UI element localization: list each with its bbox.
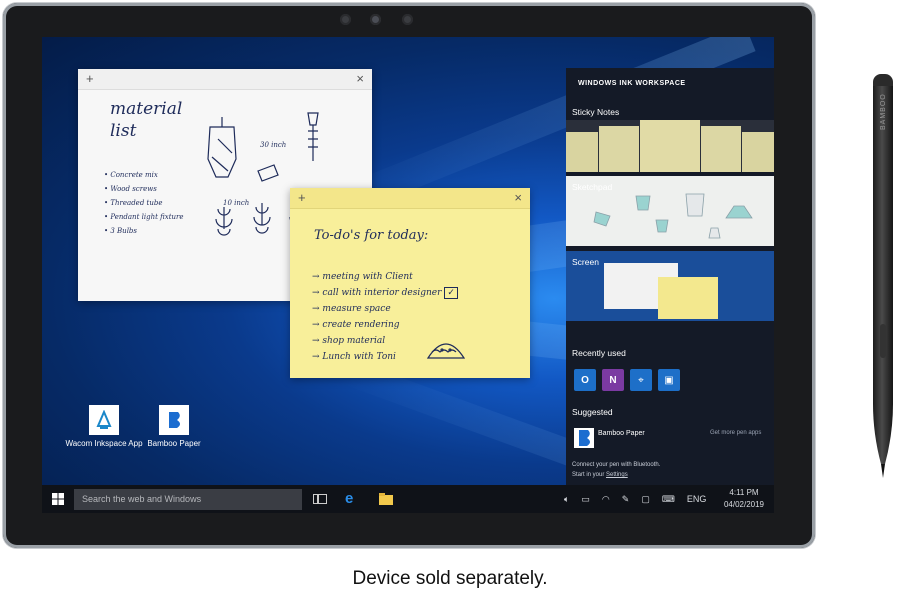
language-indicator[interactable]: ENG bbox=[687, 494, 707, 504]
search-input[interactable]: Search the web and Windows bbox=[74, 489, 302, 510]
clock-date: 04/02/2019 bbox=[723, 500, 765, 509]
wacom-inkspace-icon bbox=[89, 405, 119, 435]
bamboo-paper-icon[interactable] bbox=[574, 428, 594, 448]
keyboard-icon[interactable]: ⌨ bbox=[662, 494, 675, 505]
action-center-icon[interactable]: ▢ bbox=[641, 494, 650, 505]
settings-link[interactable]: Settings bbox=[606, 472, 628, 478]
bamboo-paper-icon bbox=[159, 405, 189, 435]
volume-icon[interactable]: 🔈︎ bbox=[564, 494, 569, 505]
new-note-icon[interactable]: + bbox=[86, 71, 94, 86]
lamps-drawing bbox=[593, 193, 753, 239]
wifi-icon[interactable]: ◠ bbox=[602, 494, 610, 505]
sticky-notes-thumbnail[interactable] bbox=[566, 120, 774, 172]
desktop-icon-wacom-inkspace[interactable]: Wacom Inkspace App bbox=[64, 405, 144, 448]
sketch-item: • Threaded tube bbox=[104, 199, 163, 207]
onenote-icon[interactable]: N bbox=[602, 369, 624, 391]
battery-icon[interactable]: ▭ bbox=[581, 494, 590, 505]
sketch-item: • Concrete mix bbox=[104, 171, 158, 179]
todo-item: → meeting with Client bbox=[312, 272, 413, 282]
camera-sensor bbox=[340, 14, 351, 25]
clock[interactable]: 4:11 PM 04/02/2019 bbox=[722, 488, 766, 509]
sketch-title-line: material bbox=[110, 99, 183, 119]
start-windows-icon[interactable] bbox=[52, 493, 64, 505]
sketch-item: • 3 Bulbs bbox=[104, 227, 138, 235]
sketch-item: • Wood screws bbox=[104, 185, 157, 193]
todo-item: → Lunch with Toni bbox=[312, 352, 396, 362]
system-tray: 🔈︎ ▭ ◠ ✎ ▢ ⌨ ENG bbox=[564, 485, 706, 513]
edge-browser-icon[interactable]: e bbox=[345, 490, 353, 507]
desktop-icon-label: Wacom Inkspace App bbox=[65, 439, 143, 448]
todo-item: → measure space bbox=[312, 304, 391, 314]
taco-doodle bbox=[426, 343, 466, 359]
bluetooth-text: Connect your pen with Bluetooth. bbox=[572, 462, 661, 468]
camera-lens bbox=[370, 14, 381, 25]
sketch-item: • Pendant light fixture bbox=[104, 213, 184, 221]
todo-item: → create rendering bbox=[312, 320, 400, 330]
desktop-icon-bamboo-paper[interactable]: Bamboo Paper bbox=[134, 405, 214, 448]
ink-workspace-panel: WINDOWS INK WORKSPACE Sticky Notes Sketc… bbox=[566, 68, 774, 485]
maps-icon[interactable]: ⌖ bbox=[630, 369, 652, 391]
task-view-icon[interactable] bbox=[313, 493, 327, 505]
file-explorer-icon[interactable] bbox=[379, 493, 393, 505]
desktop-icon-label: Bamboo Paper bbox=[147, 439, 201, 448]
sticky-notes-label: Sticky Notes bbox=[572, 107, 620, 117]
pen-ink-icon[interactable]: ✎ bbox=[622, 494, 630, 505]
sticky-note[interactable]: + × To-do's for today: → meeting with Cl… bbox=[290, 188, 530, 378]
suggested-label: Suggested bbox=[572, 407, 613, 417]
recently-used-label: Recently used bbox=[572, 348, 626, 358]
sketch-title-line: list bbox=[110, 121, 137, 141]
tablet-screen: + × material list • Concrete mix • Wood … bbox=[42, 37, 774, 513]
close-icon[interactable]: × bbox=[356, 71, 364, 86]
sticky-heading: To-do's for today: bbox=[314, 228, 429, 243]
photos-icon[interactable]: ▣ bbox=[658, 369, 680, 391]
new-note-icon[interactable]: + bbox=[298, 190, 306, 205]
bamboo-stylus-pen bbox=[873, 74, 893, 478]
pen-brand-label: BAMBOO bbox=[880, 93, 887, 130]
todo-item: → shop material bbox=[312, 336, 386, 346]
todo-item: → call with interior designer ✓ bbox=[312, 287, 458, 299]
ink-workspace-title: WINDOWS INK WORKSPACE bbox=[578, 80, 686, 87]
sketchpad-thumbnail[interactable]: Sketchpad bbox=[566, 176, 774, 246]
caption: Device sold separately. bbox=[352, 568, 548, 589]
sketch-window-titlebar: + × bbox=[78, 69, 372, 90]
suggested-app-name[interactable]: Bamboo Paper bbox=[598, 430, 645, 437]
close-icon[interactable]: × bbox=[514, 190, 522, 205]
screen-sketch-thumbnail[interactable]: Screen bbox=[566, 251, 774, 321]
sticky-note-titlebar: + × bbox=[290, 188, 530, 209]
get-more-pen-apps-link[interactable]: Get more pen apps bbox=[710, 430, 761, 436]
clock-time: 4:11 PM bbox=[729, 488, 759, 497]
outlook-icon[interactable]: O bbox=[574, 369, 596, 391]
settings-text: Start in your Settings bbox=[572, 472, 628, 478]
camera-sensor bbox=[402, 14, 413, 25]
screen-sketch-label: Screen bbox=[572, 257, 599, 267]
taskbar: Search the web and Windows e 🔈︎ ▭ ◠ ✎ ▢ … bbox=[42, 485, 774, 513]
